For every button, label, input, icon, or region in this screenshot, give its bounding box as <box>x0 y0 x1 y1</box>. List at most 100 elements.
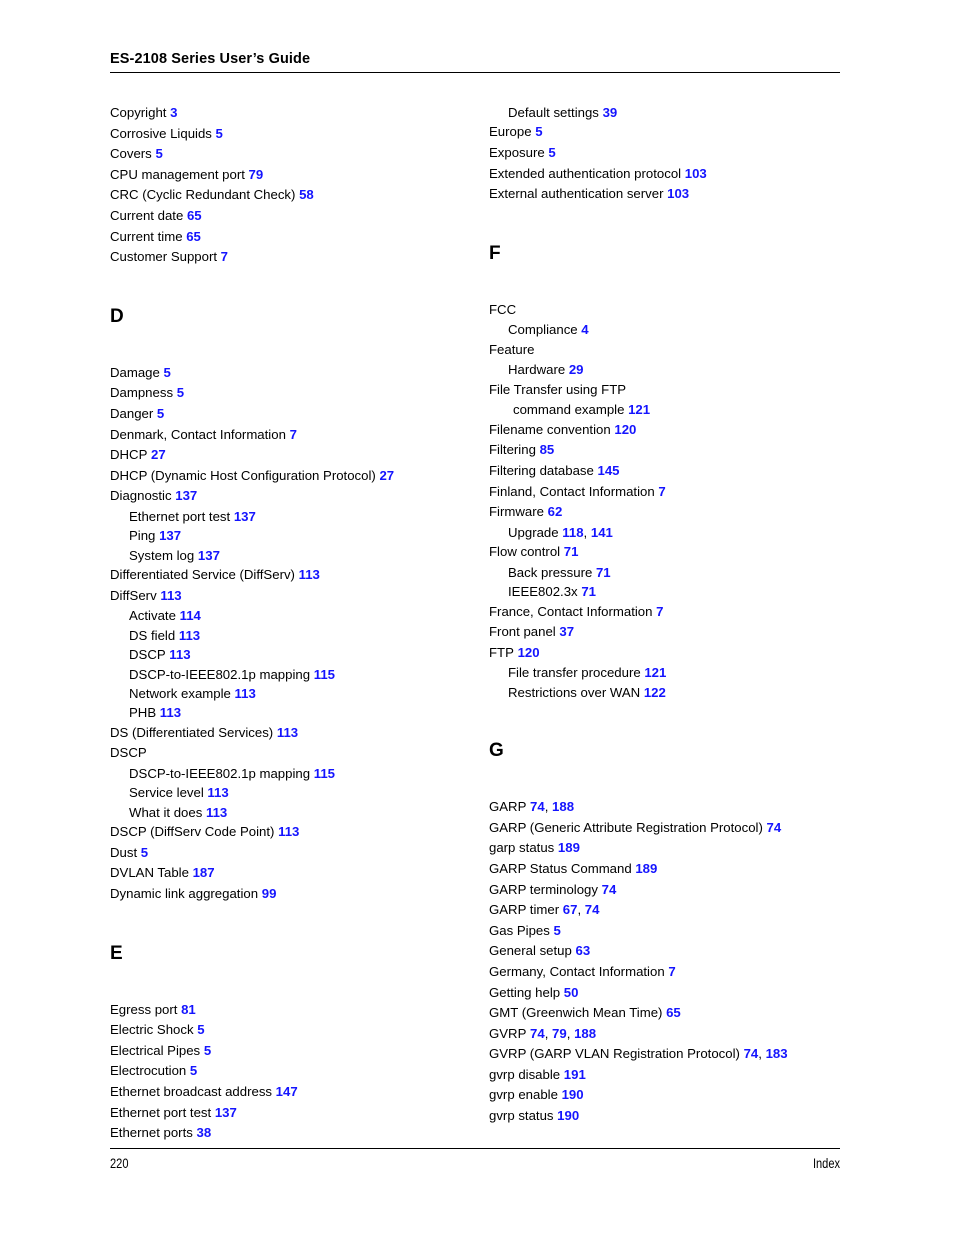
index-page-ref[interactable]: 147 <box>272 1084 298 1099</box>
index-entry: Dust 5 <box>110 843 465 864</box>
index-page-ref[interactable]: 29 <box>565 362 584 377</box>
index-page-ref[interactable]: 115 <box>310 766 335 781</box>
index-page-ref[interactable]: 5 <box>200 1043 211 1058</box>
index-entry: garp status 189 <box>489 838 844 859</box>
index-page-ref[interactable]: 5 <box>186 1063 197 1078</box>
index-page-ref[interactable]: 5 <box>173 385 184 400</box>
index-page-ref[interactable]: 27 <box>147 447 166 462</box>
index-page-ref[interactable]: 67 <box>559 902 578 917</box>
index-page-ref[interactable]: 5 <box>153 406 164 421</box>
index-page-ref[interactable]: 137 <box>194 548 220 563</box>
index-page-ref[interactable]: 113 <box>295 567 320 582</box>
index-page-ref[interactable]: 39 <box>599 105 618 120</box>
index-entry: Front panel 37 <box>489 622 844 643</box>
index-page-ref[interactable]: 115 <box>310 667 335 682</box>
index-page-ref[interactable]: 121 <box>624 402 650 417</box>
index-page-ref[interactable]: 121 <box>641 665 666 680</box>
index-page-ref[interactable]: 99 <box>258 886 277 901</box>
index-page-ref[interactable]: 79 <box>548 1026 567 1041</box>
index-page-ref[interactable]: 63 <box>572 943 591 958</box>
index-page-ref[interactable]: 113 <box>166 647 190 662</box>
index-page-ref[interactable]: 74 <box>740 1046 759 1061</box>
index-entry-label: GARP terminology <box>489 881 598 897</box>
index-page-ref[interactable]: 37 <box>556 624 574 639</box>
index-entry-label: DSCP <box>110 745 147 761</box>
index-entry-label: CPU management port <box>110 166 245 182</box>
index-page-ref[interactable]: 113 <box>204 785 228 800</box>
index-page-ref[interactable]: 137 <box>230 509 256 524</box>
index-page-ref[interactable]: 74 <box>598 882 617 897</box>
index-page-ref[interactable]: 62 <box>544 504 563 519</box>
index-page-ref[interactable]: 71 <box>592 565 611 580</box>
index-page-ref[interactable]: 191 <box>560 1067 586 1082</box>
index-page-ref[interactable]: 5 <box>545 145 555 160</box>
index-page-ref[interactable]: 4 <box>578 322 588 337</box>
index-entry: DVLAN Table 187 <box>110 863 465 884</box>
index-page-ref[interactable]: 38 <box>193 1125 212 1140</box>
index-page-ref[interactable]: 5 <box>550 923 561 938</box>
index-page-ref[interactable]: 27 <box>376 468 394 483</box>
index-page-ref[interactable]: 79 <box>245 167 264 182</box>
index-page-ref[interactable]: 141 <box>587 525 613 540</box>
index-page-ref[interactable]: 5 <box>194 1022 204 1037</box>
index-page-ref[interactable]: 71 <box>578 584 596 599</box>
index-page-ref[interactable]: 5 <box>152 146 162 161</box>
index-page-ref[interactable]: 137 <box>211 1105 237 1120</box>
index-page-ref[interactable]: 5 <box>212 126 223 141</box>
index-entry: DHCP (Dynamic Host Configuration Protoco… <box>110 466 465 487</box>
index-page-ref[interactable]: 81 <box>177 1002 196 1017</box>
index-page-ref[interactable]: 189 <box>554 840 580 855</box>
index-page-ref[interactable]: 7 <box>655 484 665 499</box>
index-page-ref[interactable]: 190 <box>558 1087 584 1102</box>
index-page-ref[interactable]: 187 <box>189 865 215 880</box>
index-page-ref[interactable]: 58 <box>295 187 314 202</box>
index-entry-label: Ethernet port test <box>110 1104 212 1120</box>
index-page-ref[interactable]: 65 <box>183 229 201 244</box>
index-entry: DSCP 113 <box>110 645 465 664</box>
index-page-ref[interactable]: 74 <box>763 820 782 835</box>
index-page-ref[interactable]: 85 <box>536 442 555 457</box>
index-page-ref[interactable]: 3 <box>166 105 177 120</box>
index-page-ref[interactable]: 113 <box>157 588 181 603</box>
index-entry-label: General setup <box>489 943 572 959</box>
index-page-ref[interactable]: 114 <box>176 608 201 623</box>
index-page-ref[interactable]: 74 <box>581 902 600 917</box>
index-page-ref[interactable]: 113 <box>273 725 298 740</box>
index-page-ref[interactable]: 103 <box>663 186 689 201</box>
index-page-ref[interactable]: 7 <box>217 249 228 264</box>
index-page-ref[interactable]: 65 <box>183 208 202 223</box>
index-page-ref[interactable]: 74 <box>526 1026 545 1041</box>
footer-section-label: Index <box>812 1156 840 1171</box>
index-page-ref[interactable]: 145 <box>594 463 620 478</box>
index-page-ref[interactable]: 113 <box>156 705 181 720</box>
index-page-ref[interactable]: 188 <box>548 799 574 814</box>
index-page-ref[interactable]: 190 <box>554 1108 579 1123</box>
index-page-ref[interactable]: 137 <box>172 488 197 503</box>
index-page-ref[interactable]: 120 <box>611 422 636 437</box>
index-page-ref[interactable]: 65 <box>662 1005 681 1020</box>
index-page-ref[interactable]: 7 <box>286 427 297 442</box>
index-page-ref[interactable]: 188 <box>570 1026 596 1041</box>
index-page-ref[interactable]: 113 <box>202 805 227 820</box>
index-page-ref[interactable]: 7 <box>652 604 663 619</box>
index-entry-label: DHCP (Dynamic Host Configuration Protoco… <box>110 467 376 483</box>
index-page-ref[interactable]: 74 <box>526 799 545 814</box>
index-page-ref[interactable]: 71 <box>560 544 579 559</box>
index-page-ref[interactable]: 120 <box>514 645 540 660</box>
index-page-ref[interactable]: 118 <box>559 525 583 540</box>
index-page-ref[interactable]: 50 <box>560 985 579 1000</box>
index-page-ref[interactable]: 137 <box>155 528 181 543</box>
index-page-ref[interactable]: 183 <box>762 1046 788 1061</box>
index-page-ref[interactable]: 7 <box>665 964 675 979</box>
index-page-ref[interactable]: 113 <box>274 824 299 839</box>
index-page-ref[interactable]: 5 <box>160 365 171 380</box>
index-page-ref[interactable]: 5 <box>137 845 148 860</box>
index-page-ref[interactable]: 122 <box>640 685 666 700</box>
index-page-ref[interactable]: 189 <box>632 861 657 876</box>
index-page-ref[interactable]: 113 <box>175 628 200 643</box>
index-page-ref[interactable]: 103 <box>681 166 707 181</box>
index-page-ref[interactable]: 113 <box>231 686 256 701</box>
index-page-ref[interactable]: 5 <box>532 124 542 139</box>
